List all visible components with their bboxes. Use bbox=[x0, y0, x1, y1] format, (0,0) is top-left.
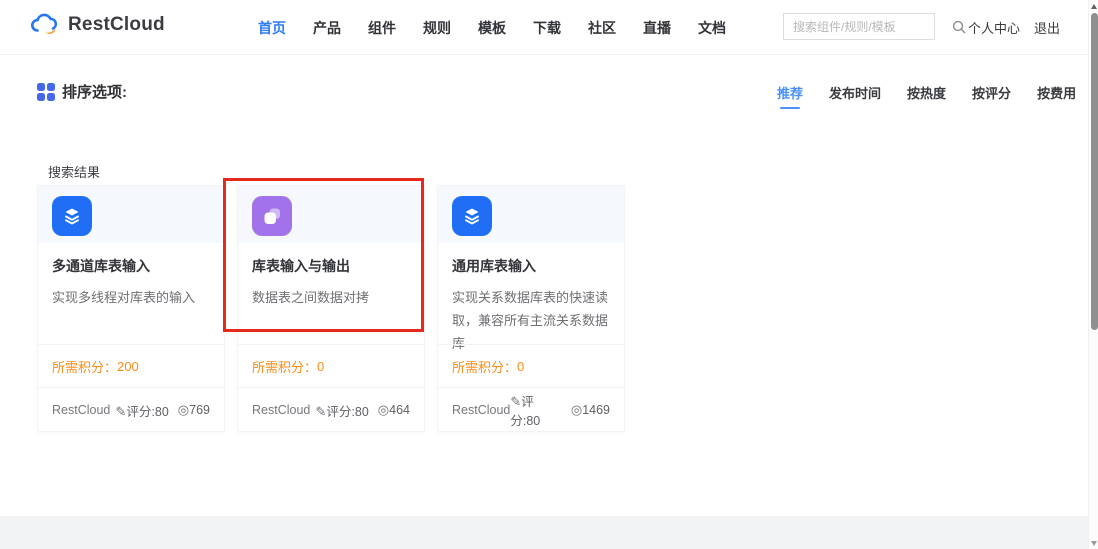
scrollbar-thumb[interactable] bbox=[1090, 13, 1098, 330]
card-icon-area bbox=[438, 186, 624, 243]
sort-tab-popularity[interactable]: 按热度 bbox=[907, 83, 946, 109]
views-stat: ◎464 bbox=[377, 402, 410, 417]
user-links: 个人中心 退出 bbox=[968, 0, 1060, 55]
logout-link[interactable]: 退出 bbox=[1034, 18, 1060, 37]
eye-icon: ◎ bbox=[377, 402, 390, 417]
sort-tab-recommended[interactable]: 推荐 bbox=[777, 83, 803, 109]
card-body: 多通道库表输入 实现多线程对库表的输入 bbox=[38, 243, 224, 310]
component-card-generic-table-input[interactable]: 通用库表输入 实现关系数据库表的快速读取，兼容所有主流关系数据库 所需积分： 0… bbox=[437, 185, 625, 432]
card-description: 数据表之间数据对拷 bbox=[252, 290, 370, 305]
brand-name: RestCloud bbox=[68, 13, 165, 35]
vendor-name: RestCloud bbox=[252, 403, 311, 417]
top-header: RestCloud 首页 产品 组件 规则 模板 下载 社区 直播 文档 个人中… bbox=[0, 0, 1088, 55]
nav-item-docs[interactable]: 文档 bbox=[698, 18, 726, 38]
card-title: 库表输入与输出 bbox=[252, 258, 350, 274]
header-search-box bbox=[783, 13, 966, 40]
required-points-row: 所需积分： 0 bbox=[238, 344, 424, 388]
nav-item-rules[interactable]: 规则 bbox=[423, 18, 451, 38]
pencil-icon: ✎ bbox=[115, 403, 127, 419]
card-footer: RestCloud ✎评分:80 ◎464 bbox=[238, 388, 424, 432]
vertical-scrollbar[interactable] bbox=[1088, 0, 1098, 549]
nav-item-templates[interactable]: 模板 bbox=[478, 18, 506, 38]
nav-item-components[interactable]: 组件 bbox=[368, 18, 396, 38]
required-points-row: 所需积分： 0 bbox=[438, 344, 624, 388]
points-label: 所需积分： bbox=[252, 359, 318, 375]
nav-item-community[interactable]: 社区 bbox=[588, 18, 616, 38]
card-title: 多通道库表输入 bbox=[52, 258, 150, 274]
grid-icon bbox=[37, 83, 55, 101]
nav-item-home[interactable]: 首页 bbox=[258, 18, 286, 38]
views-stat: ◎1469 bbox=[570, 402, 610, 417]
vendor-name: RestCloud bbox=[452, 403, 511, 417]
nav-item-download[interactable]: 下载 bbox=[533, 18, 561, 38]
cloud-logo-icon bbox=[31, 13, 58, 34]
pencil-icon: ✎ bbox=[510, 394, 522, 409]
search-icon[interactable] bbox=[952, 14, 966, 39]
scrollbar-up-arrow-icon[interactable] bbox=[1090, 3, 1098, 11]
main-nav: 首页 产品 组件 规则 模板 下载 社区 直播 文档 bbox=[258, 0, 726, 55]
points-value: 200 bbox=[117, 358, 139, 374]
card-footer: RestCloud ✎评分:80 ◎1469 bbox=[438, 388, 624, 432]
card-meta: ✎评分:80 ◎464 bbox=[316, 401, 411, 420]
sort-tab-publish-time[interactable]: 发布时间 bbox=[829, 83, 881, 109]
card-meta: ✎评分:80 ◎769 bbox=[116, 401, 211, 420]
card-body: 库表输入与输出 数据表之间数据对拷 bbox=[238, 243, 424, 310]
search-input[interactable] bbox=[784, 19, 952, 34]
points-label: 所需积分： bbox=[452, 359, 518, 375]
brand-logo[interactable]: RestCloud bbox=[30, 13, 165, 36]
sort-options-label-group: 排序选项: bbox=[37, 81, 127, 102]
nav-item-products[interactable]: 产品 bbox=[313, 18, 341, 38]
eye-icon: ◎ bbox=[570, 402, 583, 417]
views-stat: ◎769 bbox=[177, 402, 210, 417]
points-value: 0 bbox=[317, 358, 325, 374]
sort-options-row: 排序选项: 推荐 发布时间 按热度 按评分 按费用 bbox=[0, 78, 1088, 109]
card-meta: ✎评分:80 ◎1469 bbox=[510, 391, 610, 429]
bottom-strip bbox=[0, 516, 1088, 549]
active-tab-underline bbox=[780, 107, 800, 109]
points-label: 所需积分： bbox=[52, 359, 118, 375]
user-center-link[interactable]: 个人中心 bbox=[968, 18, 1020, 37]
database-stack-icon bbox=[52, 196, 92, 236]
search-results-label: 搜索结果 bbox=[48, 165, 101, 180]
rating-stat: ✎评分:80 bbox=[315, 403, 369, 419]
vendor-name: RestCloud bbox=[52, 403, 111, 417]
card-icon-area bbox=[238, 186, 424, 243]
copy-squares-icon bbox=[252, 196, 292, 236]
component-card-table-input-output[interactable]: 库表输入与输出 数据表之间数据对拷 所需积分： 0 RestCloud ✎评分:… bbox=[237, 185, 425, 432]
nav-item-live[interactable]: 直播 bbox=[643, 18, 671, 38]
scrollbar-down-arrow-icon[interactable] bbox=[1090, 539, 1098, 547]
sort-tabs: 推荐 发布时间 按热度 按评分 按费用 bbox=[777, 83, 1076, 109]
sort-options-label: 排序选项: bbox=[62, 84, 127, 101]
sort-tab-rating[interactable]: 按评分 bbox=[972, 83, 1011, 109]
required-points-row: 所需积分： 200 bbox=[38, 344, 224, 388]
points-value: 0 bbox=[517, 358, 525, 374]
database-stack-icon bbox=[452, 196, 492, 236]
card-body: 通用库表输入 实现关系数据库表的快速读取，兼容所有主流关系数据库 bbox=[438, 243, 624, 355]
card-description: 实现多线程对库表的输入 bbox=[52, 290, 196, 305]
pencil-icon: ✎ bbox=[315, 403, 327, 419]
sort-tab-cost[interactable]: 按费用 bbox=[1037, 83, 1076, 109]
rating-stat: ✎评分:80 bbox=[510, 394, 541, 428]
rating-stat: ✎评分:80 bbox=[115, 403, 169, 419]
card-title: 通用库表输入 bbox=[452, 258, 536, 274]
card-footer: RestCloud ✎评分:80 ◎769 bbox=[38, 388, 224, 432]
eye-icon: ◎ bbox=[177, 402, 190, 417]
card-icon-area bbox=[38, 186, 224, 243]
restcloud-marketplace-page: RestCloud 首页 产品 组件 规则 模板 下载 社区 直播 文档 个人中… bbox=[0, 0, 1098, 549]
component-card-multichannel-table-input[interactable]: 多通道库表输入 实现多线程对库表的输入 所需积分： 200 RestCloud … bbox=[37, 185, 225, 432]
